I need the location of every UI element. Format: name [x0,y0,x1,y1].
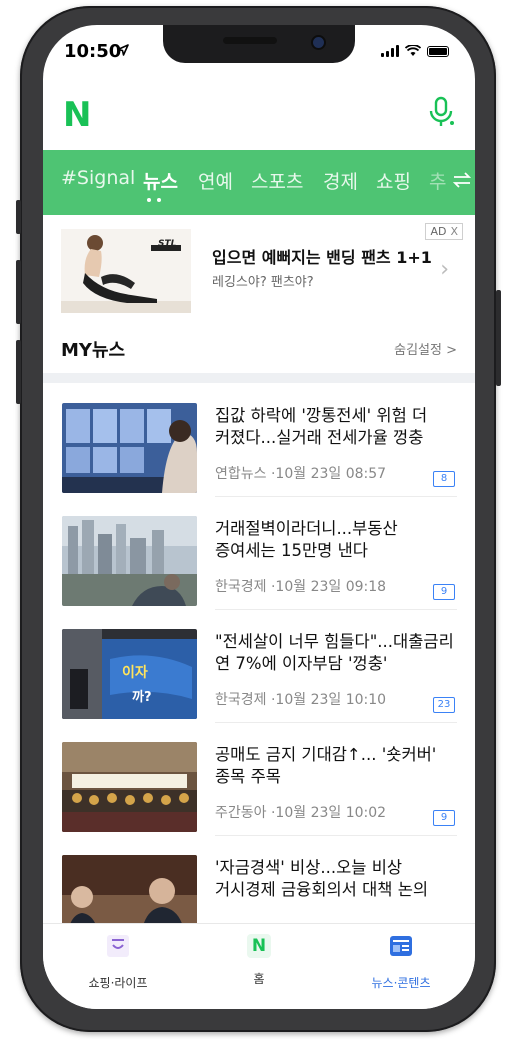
news-meta: 주간동아 ·10월 23일 10:02 [215,805,387,821]
news-item[interactable]: 집값 하락에 '깡통전세' 위험 더 커졌다...실거래 전세가율 껑충 연합뉴… [43,383,475,497]
mynews-title: MY뉴스 [61,340,126,361]
news-title[interactable]: '자금경색' 비상...오늘 비상 거시경제 금융회의서 대책 논의 [215,857,455,901]
microphone-icon[interactable] [427,95,455,131]
category-nav: #Signal 뉴스 연예 스포츠 경제 쇼핑 추 [43,150,475,215]
mynews-header: MY뉴스 숨김설정 > [43,321,475,373]
volume-down-button [16,340,21,404]
news-item[interactable]: 거래절벽이라더니...부동산 증여세는 15만명 낸다 한국경제 ·10월 23… [43,496,475,610]
power-button [496,290,501,386]
ad-label: AD [430,225,447,238]
shopping-bag-icon [107,935,129,957]
tab-partial[interactable]: 추 [429,167,446,194]
news-thumbnail [62,403,197,493]
home-n-icon: N [247,934,271,958]
ad-banner[interactable]: STL AD X 입으면 예뻐지는 밴딩 팬츠 1+1 레깅스야? 팬츠야? › [43,215,475,322]
bottom-tab-bar: 쇼핑·라이프 N 홈 뉴스·콘텐츠 [43,923,475,1009]
comment-count-badge: 9 [433,810,455,826]
status-icons [381,45,449,57]
svg-text:까?: 까? [132,690,152,705]
tab-news[interactable]: 뉴스 [143,167,178,194]
ad-brand: STL [158,239,177,249]
hide-settings-link[interactable]: 숨김설정 > [394,339,457,358]
tab-label: 뉴스·콘텐츠 [371,976,431,990]
ad-title: 입으면 예뻐지는 밴딩 팬츠 1+1 [212,248,432,267]
news-title[interactable]: 거래절벽이라더니...부동산 증여세는 15만명 낸다 [215,518,455,562]
active-tab-indicator [147,198,161,202]
battery-icon [427,45,449,57]
location-arrow-icon [117,44,129,56]
phone-screen: 10:50 N #Signal 뉴스 연예 스포츠 경제 쇼핑 추 STL AD… [43,25,475,1009]
tab-label: 홈 [253,972,265,986]
news-thumbnail [62,516,197,606]
news-title[interactable]: 공매도 금지 기대감↑... '숏커버' 종목 주목 [215,744,455,788]
news-item[interactable]: 공매도 금지 기대감↑... '숏커버' 종목 주목 주간동아 ·10월 23일… [43,722,475,836]
silent-switch [16,200,21,234]
news-item[interactable]: 이자 까? "전세살이 너무 힘들다"...대출금리 연 7%에 이자부담 '껑… [43,609,475,723]
news-meta: 한국경제 ·10월 23일 10:10 [215,692,387,708]
ad-badge[interactable]: AD X [425,223,463,240]
section-divider [43,373,475,383]
news-item[interactable]: '자금경색' 비상...오늘 비상 거시경제 금융회의서 대책 논의 [43,835,475,923]
volume-up-button [16,260,21,324]
chevron-right-icon[interactable]: › [440,257,449,282]
news-meta: 연합뉴스 ·10월 23일 08:57 [215,466,387,482]
naver-logo[interactable]: N [63,95,91,135]
comment-count-badge: 9 [433,584,455,600]
tab-label: 쇼핑·라이프 [88,976,148,990]
svg-text:이자: 이자 [122,664,148,681]
ad-close-icon[interactable]: X [450,225,458,238]
signal-icon [381,45,399,57]
tab-news-content[interactable]: 뉴스·콘텐츠 [346,934,456,991]
tab-sports[interactable]: 스포츠 [251,167,303,194]
ad-subtitle: 레깅스야? 팬츠야? [212,275,314,290]
swap-arrows-icon[interactable] [453,172,471,188]
news-meta: 한국경제 ·10월 23일 09:18 [215,579,387,595]
tab-shopping-life[interactable]: 쇼핑·라이프 [63,934,173,991]
news-title[interactable]: 집값 하락에 '깡통전세' 위험 더 커졌다...실거래 전세가율 껑충 [215,405,455,449]
tab-economy[interactable]: 경제 [323,167,358,194]
comment-count-badge: 8 [433,471,455,487]
tab-shopping[interactable]: 쇼핑 [376,167,411,194]
speaker-grille [223,37,277,44]
news-content-icon [390,936,412,956]
app-header: N [43,85,475,147]
news-title[interactable]: "전세살이 너무 힘들다"...대출금리 연 7%에 이자부담 '껑충' [215,631,455,675]
comment-count-badge: 23 [433,697,455,713]
news-thumbnail [62,855,197,923]
news-list: 집값 하락에 '깡통전세' 위험 더 커졌다...실거래 전세가율 껑충 연합뉴… [43,383,475,923]
notch [163,25,355,63]
status-time: 10:50 [64,41,122,62]
news-thumbnail: 이자 까? [62,629,197,719]
home-n-letter: N [251,936,267,956]
tab-entertainment[interactable]: 연예 [198,167,233,194]
tab-signal[interactable]: #Signal [61,167,135,189]
tab-home[interactable]: N 홈 [204,934,314,987]
front-camera [311,35,326,50]
wifi-icon [405,45,421,56]
news-thumbnail [62,742,197,832]
